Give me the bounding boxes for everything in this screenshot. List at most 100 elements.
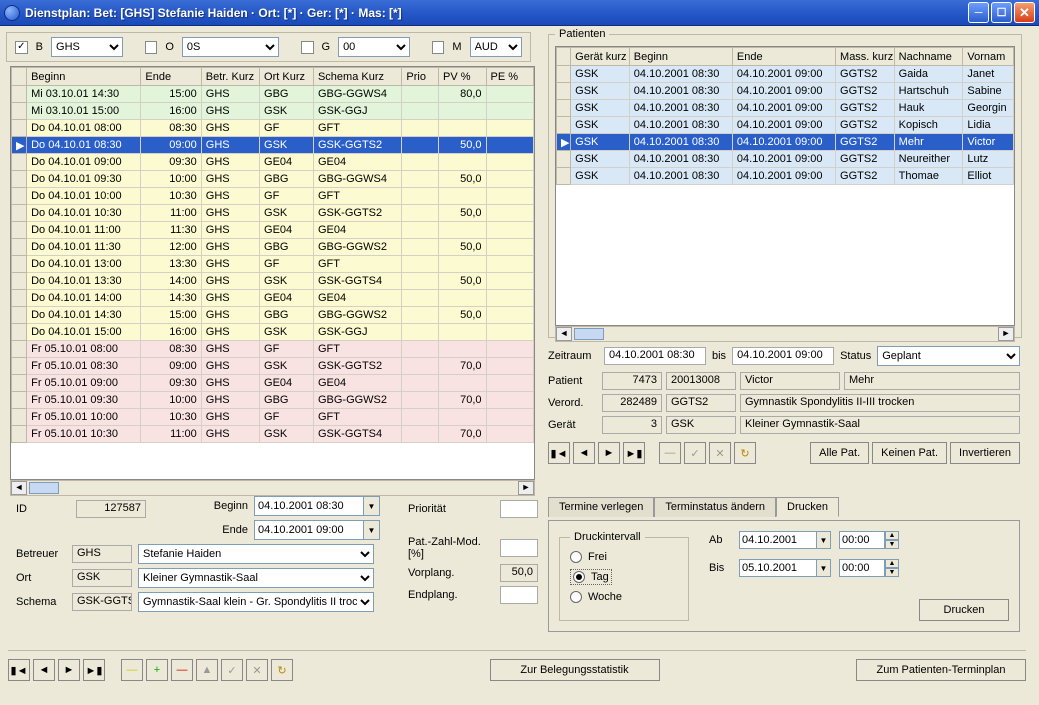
table-row[interactable]: Do 04.10.01 14:3015:00GHSGBGGBG-GGWS250,… xyxy=(12,307,534,324)
nav-last-button[interactable]: ►▮ xyxy=(83,659,105,681)
filter-o-checkbox[interactable] xyxy=(145,41,158,54)
filter-g-checkbox[interactable] xyxy=(301,41,314,54)
col-ort[interactable]: Ort Kurz xyxy=(260,68,314,86)
chevron-down-icon[interactable]: ▼ xyxy=(817,531,831,549)
drucken-button[interactable]: Drucken xyxy=(919,599,1009,621)
chevron-down-icon[interactable]: ▼ xyxy=(817,559,831,577)
scroll-left-icon[interactable]: ◄ xyxy=(11,481,27,495)
schedule-hscroll[interactable]: ◄ ► xyxy=(10,480,535,496)
table-row[interactable]: GSK04.10.2001 08:3004.10.2001 09:00GGTS2… xyxy=(557,100,1014,117)
table-row[interactable]: ▶Do 04.10.01 08:3009:00GHSGSKGSK-GGTS250… xyxy=(12,137,534,154)
table-row[interactable]: Do 04.10.01 11:3012:00GHSGBGGBG-GGWS250,… xyxy=(12,239,534,256)
edit-button[interactable]: ▲ xyxy=(196,659,218,681)
cancel-edit-button[interactable]: ✕ xyxy=(246,659,268,681)
schedule-grid[interactable]: Beginn Ende Betr. Kurz Ort Kurz Schema K… xyxy=(10,66,535,480)
table-row[interactable]: GSK04.10.2001 08:3004.10.2001 09:00GGTS2… xyxy=(557,83,1014,100)
table-row[interactable]: Do 04.10.01 13:0013:30GHSGFGFT xyxy=(12,256,534,273)
table-row[interactable]: Fr 05.10.01 09:0009:30GHSGE04GE04 xyxy=(12,375,534,392)
status-combo[interactable]: Geplant xyxy=(877,346,1020,366)
table-row[interactable]: Do 04.10.01 15:0016:00GHSGSKGSK-GGJ xyxy=(12,324,534,341)
tab-terminstatus[interactable]: Terminstatus ändern xyxy=(654,497,776,517)
insert-button[interactable]: — xyxy=(121,659,143,681)
schema-combo[interactable]: Gymnastik-Saal klein - Gr. Spondylitis I… xyxy=(138,592,374,612)
col-pv[interactable]: PV % xyxy=(439,68,486,86)
post-button[interactable]: ✓ xyxy=(684,442,706,464)
maximize-button[interactable]: ☐ xyxy=(991,2,1012,23)
radio-frei[interactable] xyxy=(570,551,582,563)
keine-pat-button[interactable]: Keinen Pat. xyxy=(872,442,947,464)
spin-down-icon[interactable]: ▼ xyxy=(885,540,899,549)
bis-time[interactable] xyxy=(839,559,885,577)
prio-value[interactable] xyxy=(500,500,538,518)
table-row[interactable]: GSK04.10.2001 08:3004.10.2001 09:00GGTS2… xyxy=(557,168,1014,185)
beginn-input[interactable] xyxy=(254,496,364,516)
nav-prev-button[interactable]: ◄ xyxy=(33,659,55,681)
nav-next-button[interactable]: ► xyxy=(598,442,620,464)
col-pe[interactable]: PE % xyxy=(486,68,534,86)
col-betr[interactable]: Betr. Kurz xyxy=(201,68,259,86)
table-row[interactable]: Do 04.10.01 13:3014:00GHSGSKGSK-GGTS450,… xyxy=(12,273,534,290)
tab-drucken[interactable]: Drucken xyxy=(776,497,839,517)
scroll-thumb[interactable] xyxy=(574,328,604,340)
cancel-edit-button[interactable]: ✕ xyxy=(709,442,731,464)
table-row[interactable]: Fr 05.10.01 10:0010:30GHSGFGFT xyxy=(12,409,534,426)
pcol-beginn[interactable]: Beginn xyxy=(629,48,732,66)
edit-button[interactable]: — xyxy=(659,442,681,464)
filter-g-combo[interactable]: 00 xyxy=(338,37,410,57)
scroll-thumb[interactable] xyxy=(29,482,59,494)
table-row[interactable]: Mi 03.10.01 14:3015:00GHSGBGGBG-GGWS480,… xyxy=(12,86,534,103)
scroll-right-icon[interactable]: ► xyxy=(518,481,534,495)
filter-m-checkbox[interactable] xyxy=(432,41,445,54)
table-row[interactable]: ▶GSK04.10.2001 08:3004.10.2001 09:00GGTS… xyxy=(557,134,1014,151)
close-button[interactable]: ✕ xyxy=(1014,2,1035,23)
nav-first-button[interactable]: ▮◄ xyxy=(8,659,30,681)
col-beginn[interactable]: Beginn xyxy=(27,68,141,86)
chevron-down-icon[interactable]: ▼ xyxy=(364,520,380,540)
refresh-button[interactable]: ↻ xyxy=(734,442,756,464)
col-schema[interactable]: Schema Kurz xyxy=(313,68,401,86)
ab-date[interactable] xyxy=(739,531,817,549)
table-row[interactable]: Do 04.10.01 09:3010:00GHSGBGGBG-GGWS450,… xyxy=(12,171,534,188)
invertieren-button[interactable]: Invertieren xyxy=(950,442,1020,464)
radio-tag[interactable] xyxy=(573,571,585,583)
nav-next-button[interactable]: ► xyxy=(58,659,80,681)
table-row[interactable]: Do 04.10.01 14:0014:30GHSGE04GE04 xyxy=(12,290,534,307)
delete-button[interactable]: — xyxy=(171,659,193,681)
tab-termine-verlegen[interactable]: Termine verlegen xyxy=(548,497,654,517)
table-row[interactable]: Do 04.10.01 11:0011:30GHSGE04GE04 xyxy=(12,222,534,239)
chevron-down-icon[interactable]: ▼ xyxy=(364,496,380,516)
col-prio[interactable]: Prio xyxy=(402,68,439,86)
ort-combo[interactable]: Kleiner Gymnastik-Saal xyxy=(138,568,374,588)
filter-b-combo[interactable]: GHS xyxy=(51,37,123,57)
belegung-button[interactable]: Zur Belegungsstatistik xyxy=(490,659,660,681)
nav-prev-button[interactable]: ◄ xyxy=(573,442,595,464)
table-row[interactable]: Fr 05.10.01 10:3011:00GHSGSKGSK-GGTS470,… xyxy=(12,426,534,443)
scroll-left-icon[interactable]: ◄ xyxy=(556,327,572,341)
refresh-button[interactable]: ↻ xyxy=(271,659,293,681)
pcol-geraet[interactable]: Gerät kurz xyxy=(571,48,630,66)
mod-value[interactable] xyxy=(500,539,538,557)
filter-o-combo[interactable]: 0S xyxy=(182,37,279,57)
table-row[interactable]: GSK04.10.2001 08:3004.10.2001 09:00GGTS2… xyxy=(557,66,1014,83)
betreuer-combo[interactable]: Stefanie Haiden xyxy=(138,544,374,564)
filter-m-combo[interactable]: AUD xyxy=(470,37,522,57)
pcol-nachname[interactable]: Nachname xyxy=(894,48,963,66)
nav-last-button[interactable]: ►▮ xyxy=(623,442,645,464)
ab-time[interactable] xyxy=(839,531,885,549)
post-button[interactable]: ✓ xyxy=(221,659,243,681)
minimize-button[interactable]: ─ xyxy=(968,2,989,23)
table-row[interactable]: GSK04.10.2001 08:3004.10.2001 09:00GGTS2… xyxy=(557,151,1014,168)
filter-b-checkbox[interactable]: ✓ xyxy=(15,41,28,54)
end-value[interactable] xyxy=(500,586,538,604)
pcol-mass[interactable]: Mass. kurz xyxy=(836,48,895,66)
table-row[interactable]: Fr 05.10.01 08:0008:30GHSGFGFT xyxy=(12,341,534,358)
add-button[interactable]: + xyxy=(146,659,168,681)
pcol-ende[interactable]: Ende xyxy=(732,48,835,66)
nav-first-button[interactable]: ▮◄ xyxy=(548,442,570,464)
table-row[interactable]: Do 04.10.01 10:3011:00GHSGSKGSK-GGTS250,… xyxy=(12,205,534,222)
bis-date[interactable] xyxy=(739,559,817,577)
table-row[interactable]: Do 04.10.01 10:0010:30GHSGFGFT xyxy=(12,188,534,205)
spin-up-icon[interactable]: ▲ xyxy=(885,559,899,568)
table-row[interactable]: Fr 05.10.01 08:3009:00GHSGSKGSK-GGTS270,… xyxy=(12,358,534,375)
radio-woche[interactable] xyxy=(570,591,582,603)
